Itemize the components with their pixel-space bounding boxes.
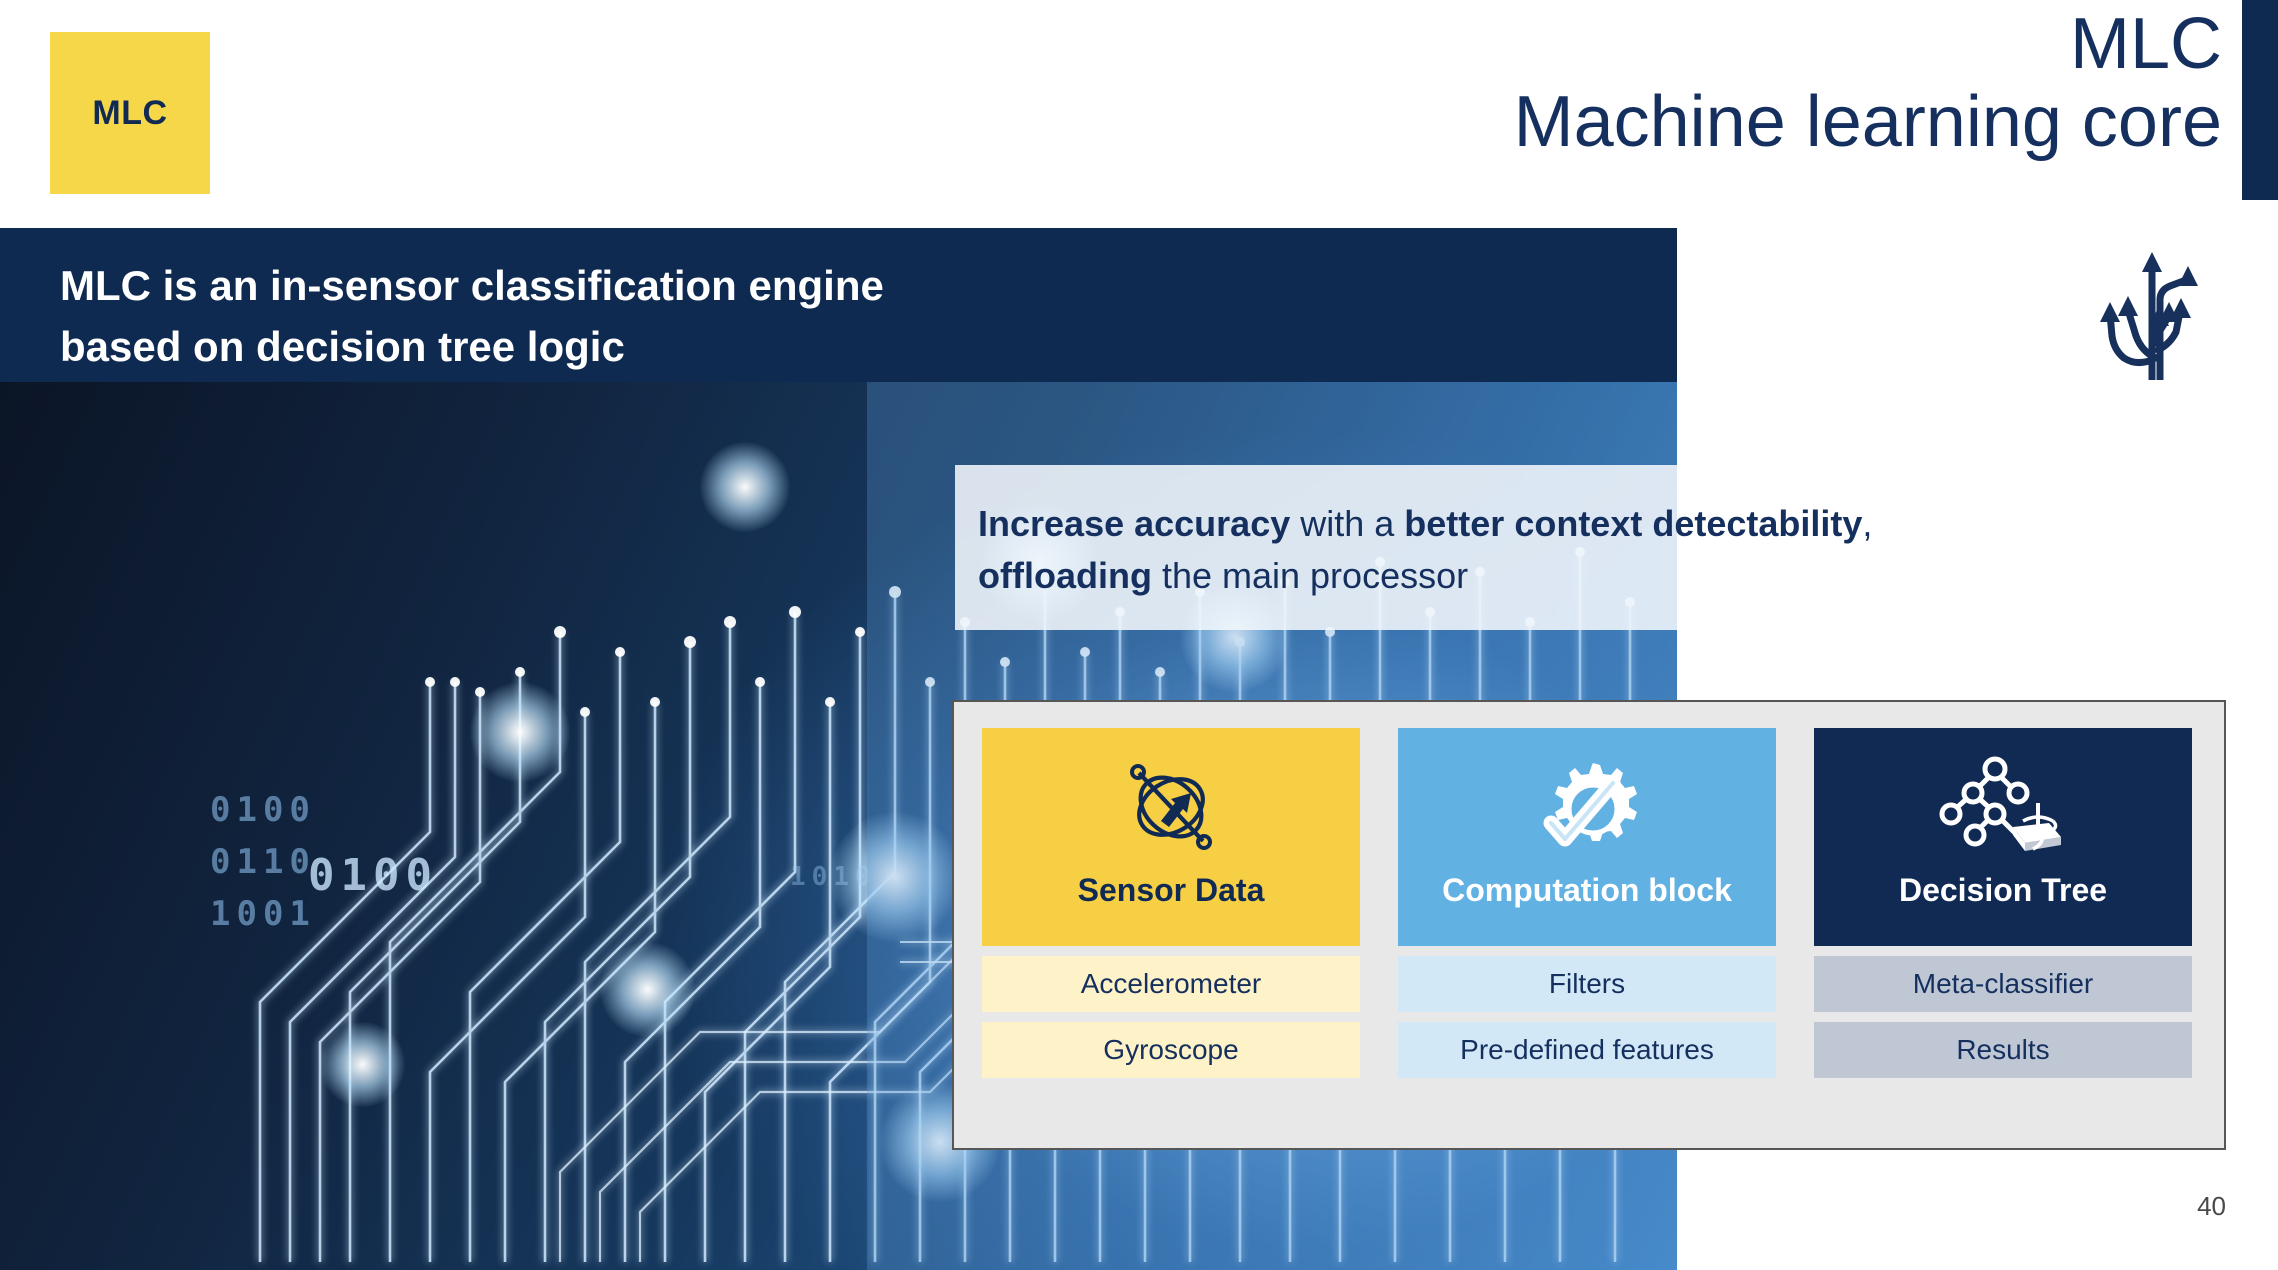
pipeline-columns: Sensor Data Accelerometer Gyroscope Comp… [982, 728, 2200, 1126]
mlc-badge-label: MLC [92, 93, 168, 132]
page-number: 40 [2197, 1191, 2226, 1221]
decision-tree-chip-icon [1937, 746, 2069, 868]
statement-bold-1: Increase accuracy [978, 503, 1291, 544]
subrow-results[interactable]: Results [1814, 1022, 2192, 1078]
binary-digits: 1010 [790, 862, 877, 892]
binary-digits: 0110 [210, 842, 316, 882]
statement-plain-1: with a [1290, 503, 1405, 544]
pipeline-column-decision-tree: Decision Tree Meta-classifier Results [1814, 728, 2192, 1126]
binary-digits: 0100 [210, 790, 316, 830]
card-title: Decision Tree [1898, 872, 2108, 908]
mlc-logo-badge: MLC [50, 32, 210, 194]
pipeline-panel: Sensor Data Accelerometer Gyroscope Comp… [952, 700, 2226, 1150]
statement-banner: MLC is an in-sensor classification engin… [0, 228, 1677, 382]
title-line-1: MLC [2069, 4, 2222, 84]
card-title: Computation block [1442, 872, 1732, 908]
gear-check-icon [1531, 746, 1643, 868]
branching-arrows-icon [2096, 240, 2216, 384]
subrow-pre-defined-features[interactable]: Pre-defined features [1398, 1022, 1776, 1078]
subrow-filters[interactable]: Filters [1398, 956, 1776, 1012]
card-decision-tree[interactable]: Decision Tree [1814, 728, 2192, 946]
header-accent-bar [2242, 0, 2278, 200]
sensor-orbital-icon [1115, 746, 1227, 868]
pipeline-column-sensor-data: Sensor Data Accelerometer Gyroscope [982, 728, 1360, 1126]
pipeline-column-computation-block: Computation block Filters Pre-defined fe… [1398, 728, 1776, 1126]
statement-text: Increase accuracy with a better context … [978, 498, 2198, 602]
slide-root: MLC MLC Machine learning core MLC is an … [0, 0, 2278, 1270]
subrow-meta-classifier[interactable]: Meta-classifier [1814, 956, 2192, 1012]
subrow-gyroscope[interactable]: Gyroscope [982, 1022, 1360, 1078]
card-computation-block[interactable]: Computation block [1398, 728, 1776, 946]
binary-digits: 1001 [210, 894, 316, 934]
binary-digits: 0100 [308, 850, 438, 901]
title-line-2: Machine learning core [1513, 82, 2222, 162]
card-sensor-data[interactable]: Sensor Data [982, 728, 1360, 946]
statement-bold-3: offloading [978, 555, 1152, 597]
statement-bold-2: better context detectability [1404, 503, 1863, 544]
page-title: MLC Machine learning core [1514, 8, 2222, 158]
subrow-accelerometer[interactable]: Accelerometer [982, 956, 1360, 1012]
statement-plain-3: the main processor [1151, 555, 1469, 597]
statement-plain-2: , [1862, 503, 1873, 544]
banner-text: MLC is an in-sensor classification engin… [60, 262, 884, 370]
card-title: Sensor Data [1077, 872, 1265, 908]
